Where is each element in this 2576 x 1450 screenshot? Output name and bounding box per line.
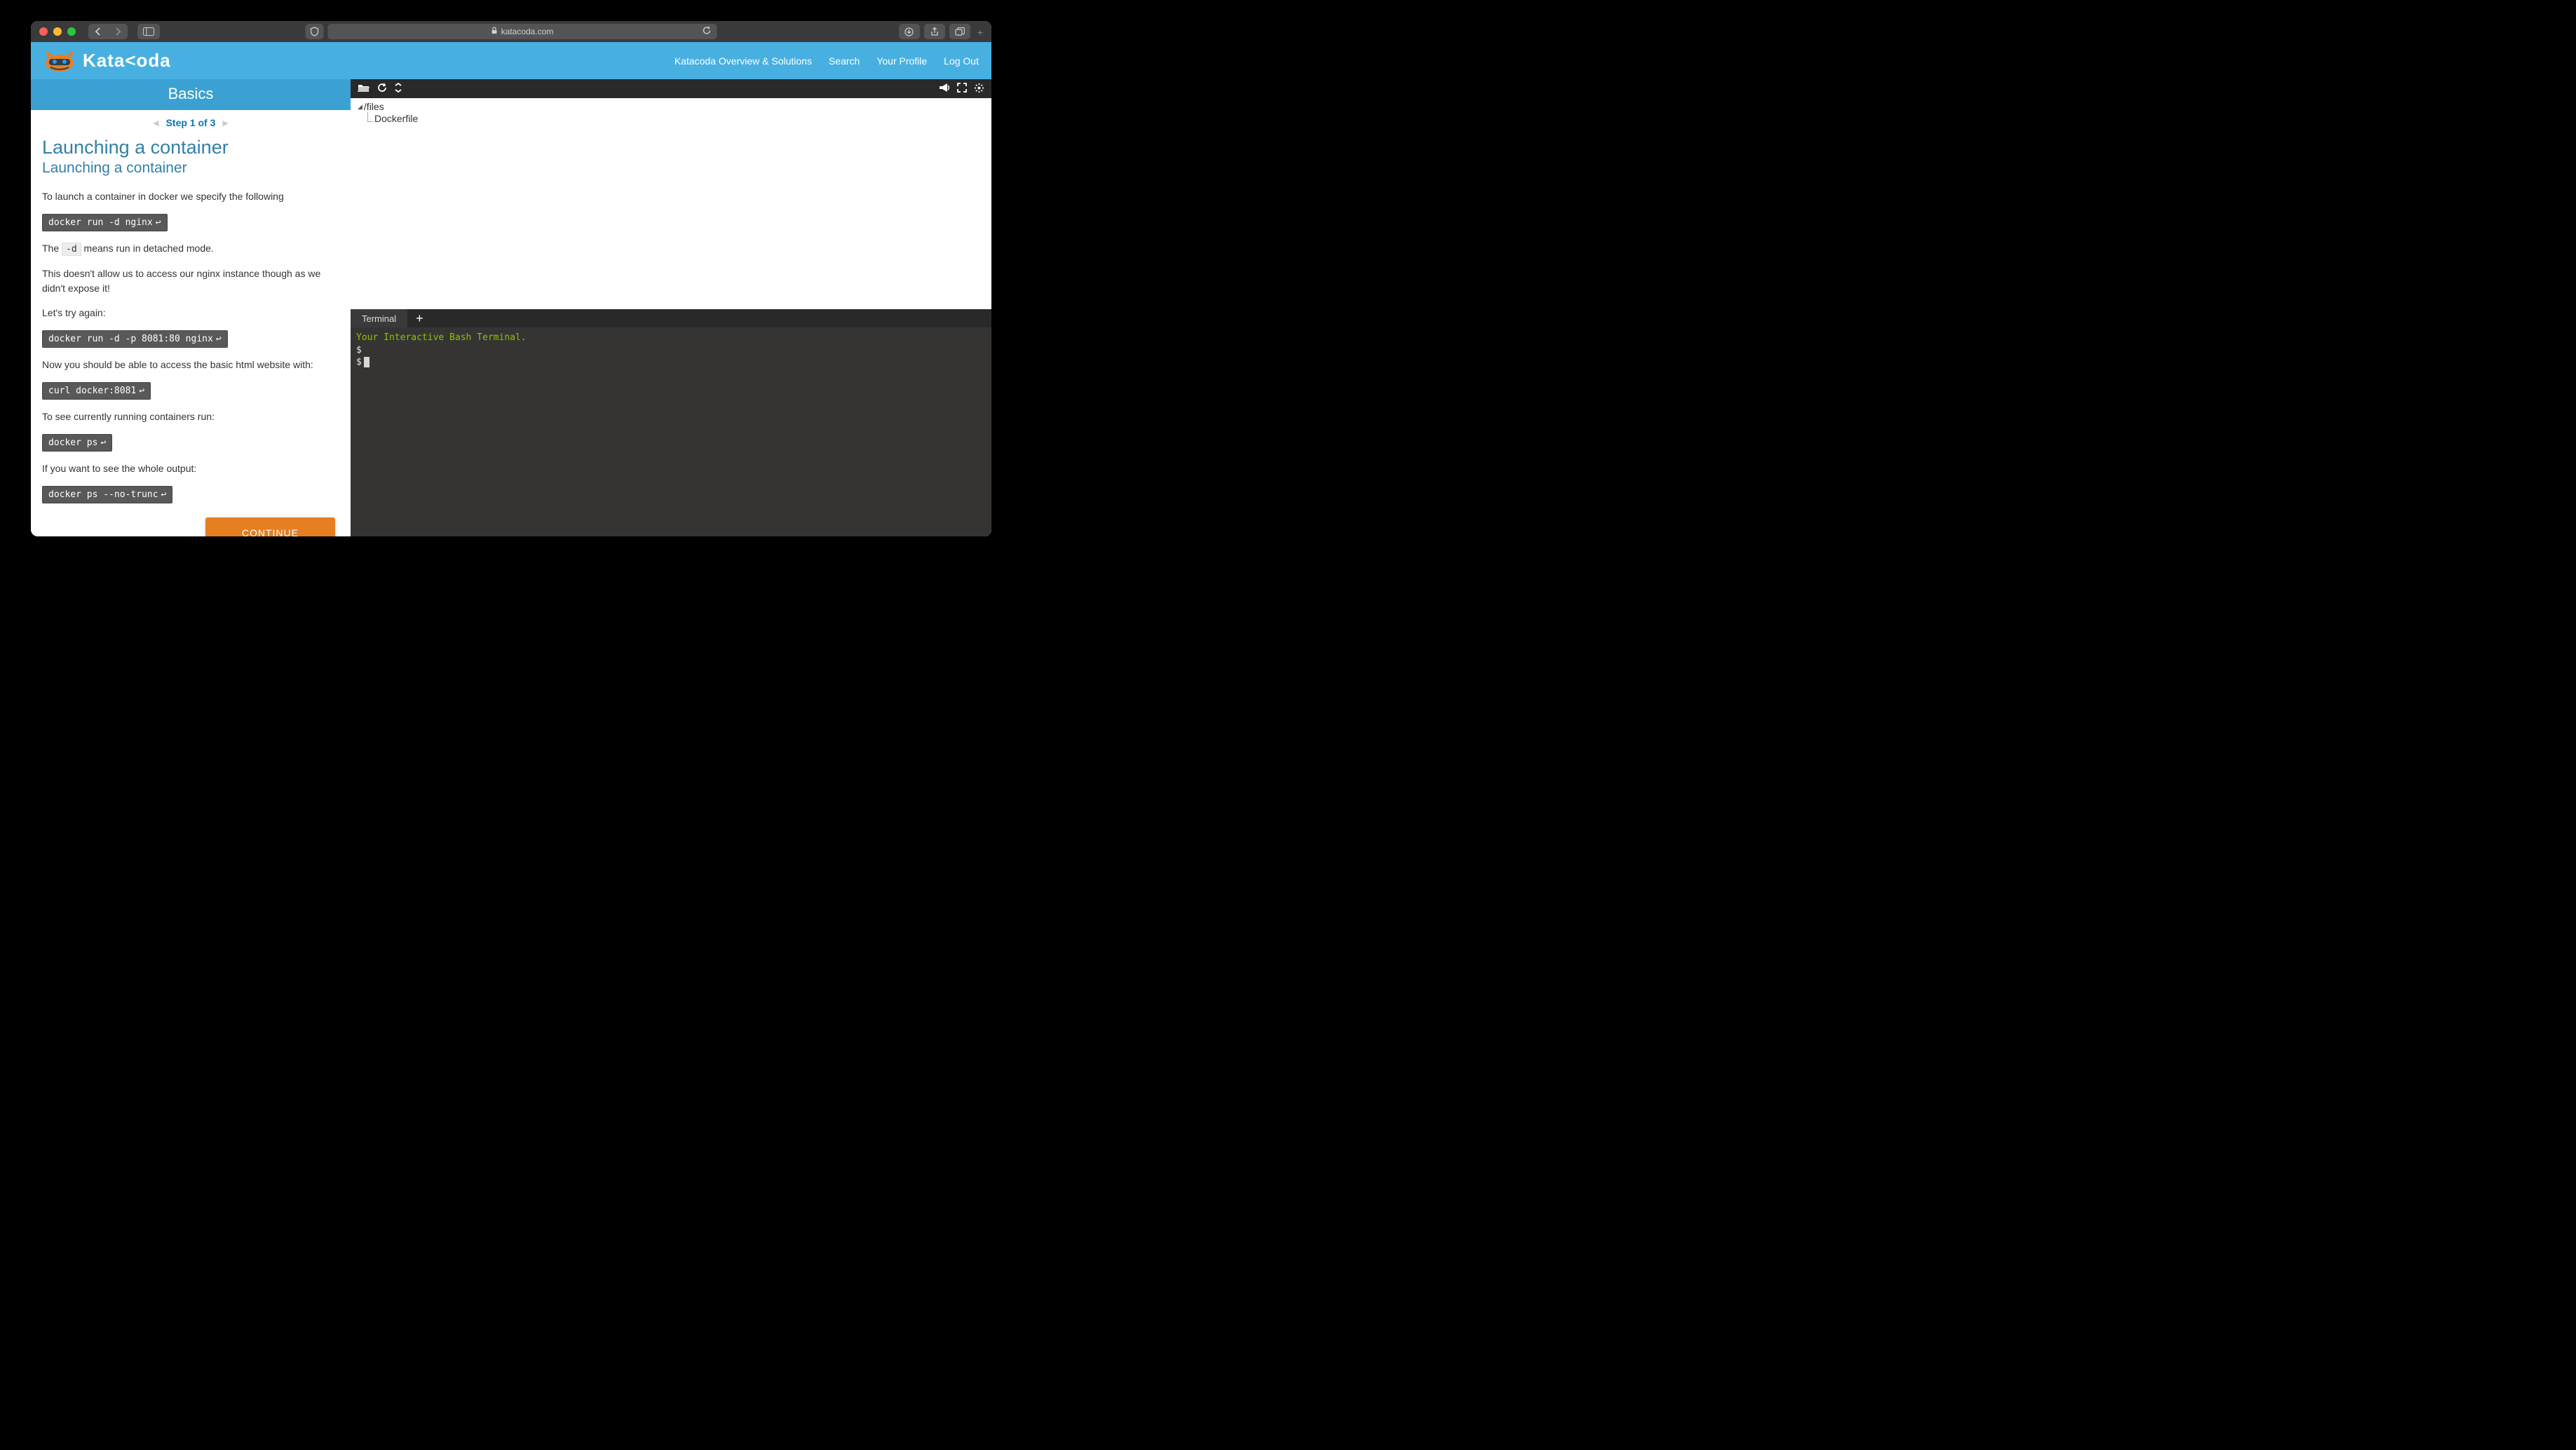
code-block[interactable]: docker ps↩ [42, 434, 112, 452]
url-text: katacoda.com [501, 27, 554, 36]
editor-toolbar [351, 79, 991, 98]
step-nav: ◀ Step 1 of 3 ▶ [31, 110, 351, 135]
nav-profile[interactable]: Your Profile [876, 55, 927, 67]
terminal-tabs: Terminal + [351, 309, 991, 327]
return-icon: ↩ [100, 438, 106, 448]
terminal-cursor [364, 357, 370, 367]
step-prev-icon[interactable]: ◀ [153, 118, 158, 128]
return-icon: ↩ [216, 334, 222, 344]
fullscreen-icon[interactable] [957, 83, 967, 95]
terminal[interactable]: Your Interactive Bash Terminal. $ $ [351, 327, 991, 536]
lesson-heading: Launching a container [42, 137, 339, 158]
url-bar[interactable]: katacoda.com [328, 24, 717, 39]
file-name: Dockerfile [374, 113, 418, 124]
nav-search[interactable]: Search [829, 55, 860, 67]
terminal-tab[interactable]: Terminal [351, 309, 407, 327]
code-block[interactable]: docker run -d -p 8081:80 nginx↩ [42, 330, 228, 348]
inline-code: -d [62, 243, 81, 256]
add-terminal-button[interactable]: + [407, 309, 432, 327]
code-block[interactable]: curl docker:8081↩ [42, 382, 151, 400]
nav-buttons [88, 24, 128, 39]
folder-open-icon[interactable] [358, 83, 370, 95]
code-block[interactable]: docker run -d nginx↩ [42, 214, 168, 231]
lesson-text: The -d means run in detached mode. [42, 241, 339, 257]
logo-icon [43, 49, 76, 73]
lock-icon [492, 27, 498, 36]
terminal-prompt: $ [356, 357, 362, 367]
caret-down-icon: ◢ [358, 103, 362, 111]
return-icon: ↩ [156, 217, 161, 228]
lesson-title-bar: Basics [31, 79, 351, 110]
lesson-text: To see currently running containers run: [42, 409, 339, 424]
lesson-text: This doesn't allow us to access our ngin… [42, 266, 339, 296]
step-next-icon[interactable]: ▶ [222, 118, 228, 128]
sidebar-toggle-button[interactable] [137, 24, 160, 39]
close-window-button[interactable] [39, 27, 48, 36]
logo[interactable]: Kata<oda [43, 49, 171, 73]
lesson-text: Now you should be able to access the bas… [42, 358, 339, 372]
terminal-greeting: Your Interactive Bash Terminal. [356, 332, 986, 344]
code-block[interactable]: docker ps --no-trunc↩ [42, 486, 172, 503]
reload-button[interactable] [703, 26, 712, 37]
announce-icon[interactable] [939, 83, 950, 95]
editor-panel: ◢ /files Dockerfile Terminal + Your Inte… [351, 79, 991, 536]
lesson-subheading: Launching a container [42, 160, 339, 177]
new-tab-button[interactable]: + [977, 27, 983, 39]
nav-logout[interactable]: Log Out [944, 55, 979, 67]
nav-overview[interactable]: Katacoda Overview & Solutions [674, 55, 812, 67]
logo-text: Kata<oda [83, 50, 171, 72]
maximize-window-button[interactable] [67, 27, 76, 36]
back-button[interactable] [88, 24, 108, 39]
share-button[interactable] [924, 24, 945, 39]
step-label: Step 1 of 3 [166, 117, 216, 128]
browser-right: + [899, 24, 983, 39]
tree-file[interactable]: Dockerfile [358, 112, 984, 125]
refresh-icon[interactable] [377, 83, 387, 95]
lesson-text: If you want to see the whole output: [42, 461, 339, 476]
tree-branch-icon [367, 112, 373, 122]
terminal-prompt: $ [356, 345, 362, 355]
settings-icon[interactable] [974, 83, 984, 95]
tree-folder[interactable]: ◢ /files [358, 101, 984, 112]
return-icon: ↩ [161, 489, 167, 500]
minimize-window-button[interactable] [53, 27, 62, 36]
folder-name: /files [364, 101, 384, 112]
downloads-button[interactable] [899, 24, 920, 39]
browser-chrome: katacoda.com + [31, 21, 991, 42]
forward-button[interactable] [108, 24, 128, 39]
browser-center: katacoda.com [306, 24, 717, 39]
lesson-text: Let's try again: [42, 306, 339, 320]
site-header: Kata<oda Katacoda Overview & Solutions S… [31, 42, 991, 79]
continue-button[interactable]: CONTINUE [205, 517, 335, 537]
traffic-lights [39, 27, 76, 36]
tabs-button[interactable] [949, 24, 970, 39]
privacy-shield-button[interactable] [306, 24, 324, 39]
return-icon: ↩ [139, 386, 144, 396]
header-nav: Katacoda Overview & Solutions Search You… [674, 55, 979, 67]
file-tree: ◢ /files Dockerfile [351, 98, 991, 309]
lesson-content: Launching a container Launching a contai… [31, 135, 351, 536]
lesson-text: To launch a container in docker we speci… [42, 189, 339, 204]
expand-all-icon[interactable] [394, 83, 402, 95]
main-body: Basics ◀ Step 1 of 3 ▶ Launching a conta… [31, 79, 991, 536]
browser-window: katacoda.com + [31, 21, 991, 536]
lesson-panel: Basics ◀ Step 1 of 3 ▶ Launching a conta… [31, 79, 351, 536]
